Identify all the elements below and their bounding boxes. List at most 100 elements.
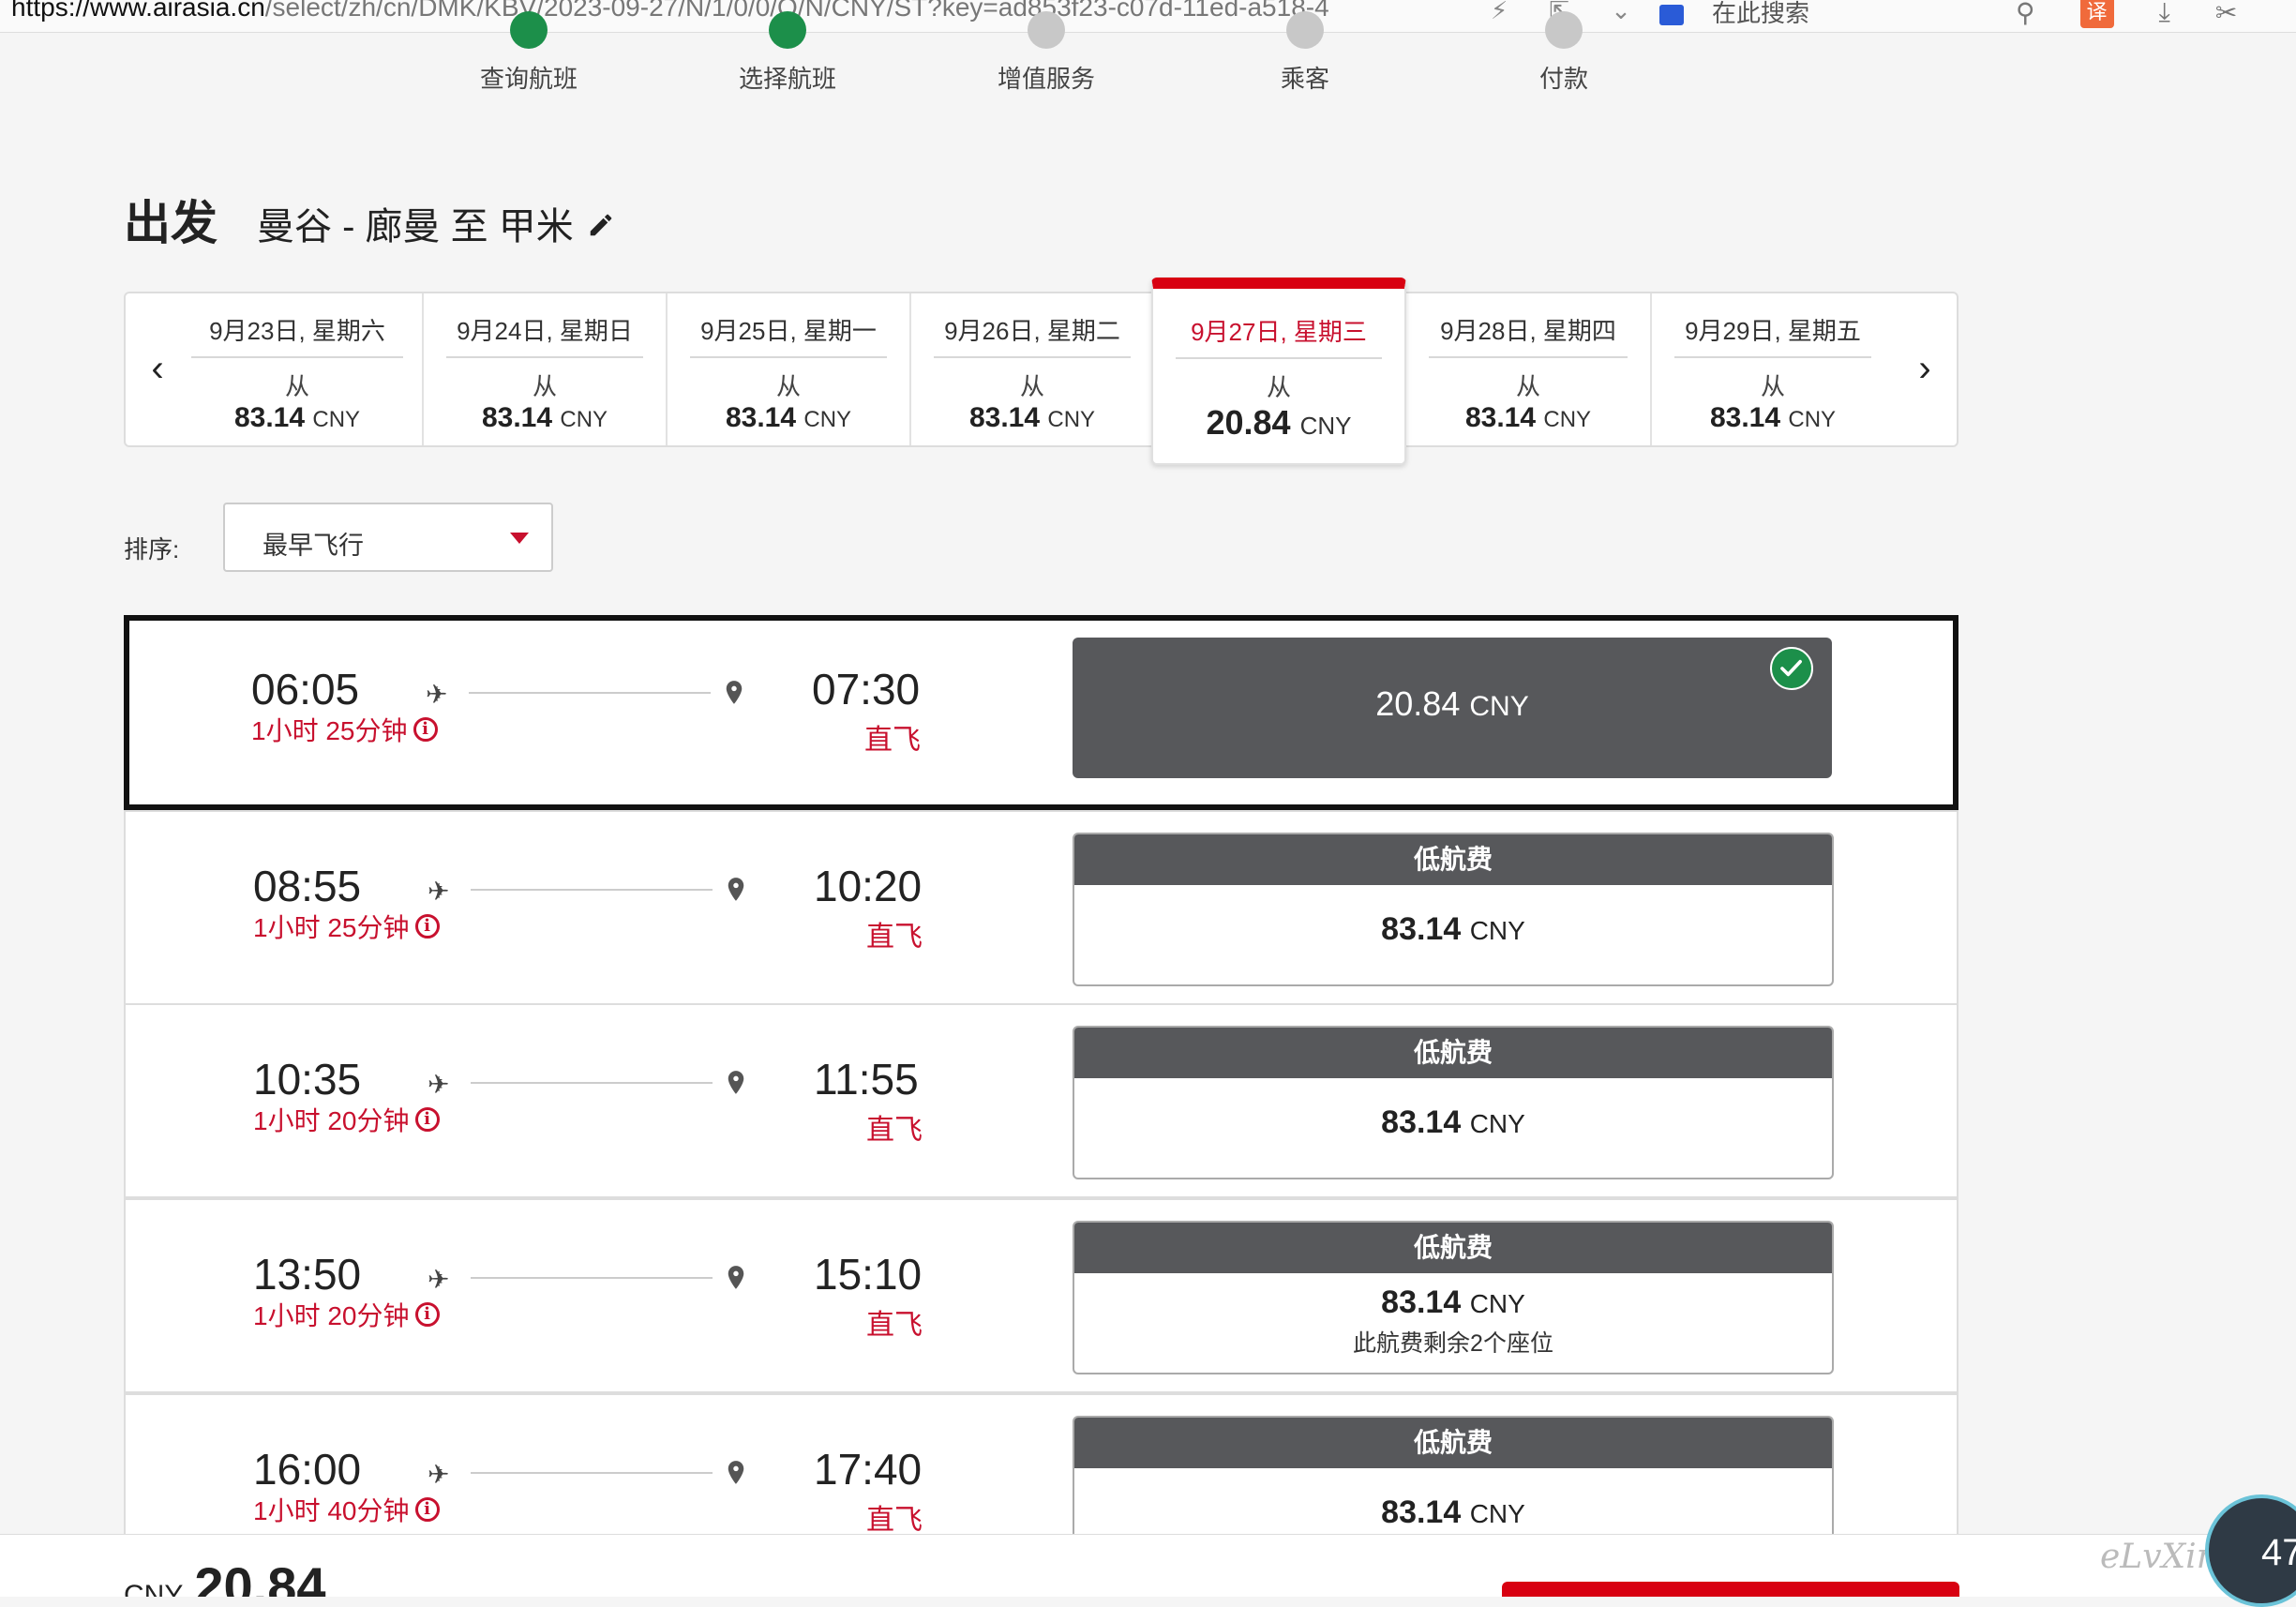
- departure-time: 13:50: [253, 1250, 362, 1299]
- search-engine-icon[interactable]: [1659, 5, 1684, 26]
- duration-text: 1小时 25分钟: [253, 913, 410, 942]
- page-heading: 出发 曼谷 - 廊曼 至 甲米: [124, 186, 615, 253]
- flight-duration: 1小时 25分钟 i: [253, 908, 440, 945]
- download-icon[interactable]: ⤓: [2159, 0, 2170, 28]
- date-price: 83.14 CNY: [1464, 402, 1592, 433]
- date-price: 83.14 CNY: [233, 402, 361, 433]
- date-option[interactable]: 9月28日, 星期四 从 83.14 CNY: [1406, 293, 1650, 445]
- info-icon[interactable]: i: [414, 1302, 440, 1327]
- location-pin-icon: [728, 1266, 744, 1289]
- step-pending-icon: [1286, 11, 1324, 49]
- fare-option-button[interactable]: 低航费 83.14 CNY 此航费剩余2个座位: [1073, 1221, 1834, 1374]
- date-option[interactable]: 9月26日, 星期二 从 83.14 CNY: [909, 293, 1153, 445]
- flight-row[interactable]: 08:55 1小时 25分钟 i ✈ 10:20 直飞 低航费 83.14 CN…: [124, 810, 1958, 1005]
- search-hint-text: 在此搜索: [1712, 0, 1810, 27]
- date-price: 20.84 CNY: [1206, 403, 1352, 442]
- step-pending-icon: [1028, 11, 1065, 49]
- translate-icon[interactable]: 译: [2079, 0, 2114, 28]
- flight-row[interactable]: 10:35 1小时 20分钟 i ✈ 11:55 直飞 低航费 83.14 CN…: [124, 1003, 1958, 1198]
- date-from-label: 从: [1266, 373, 1291, 401]
- browser-search-box[interactable]: 在此搜索: [1659, 0, 1809, 29]
- arrival-time: 11:55: [814, 1055, 919, 1104]
- date-label: 9月28日, 星期四: [1429, 312, 1628, 358]
- selected-fare-button[interactable]: 20.84 CNY: [1073, 638, 1832, 778]
- search-icon[interactable]: ⚲: [2016, 0, 2035, 28]
- fare-price: 83.14 CNY: [1381, 911, 1525, 947]
- step-search-flights[interactable]: 查询航班: [435, 11, 623, 95]
- fare-name: 低航费: [1074, 1223, 1832, 1273]
- date-from-label: 从: [284, 372, 309, 400]
- continue-button[interactable]: [1502, 1582, 1959, 1597]
- edit-pencil-icon[interactable]: [587, 211, 615, 239]
- info-icon[interactable]: i: [414, 1107, 440, 1132]
- departure-time: 16:00: [253, 1445, 362, 1494]
- departure-time: 06:05: [251, 665, 360, 713]
- step-label: 乘客: [1280, 65, 1329, 93]
- date-from-label: 从: [1760, 372, 1785, 400]
- step-label: 增值服务: [997, 65, 1095, 93]
- arrival-time: 17:40: [814, 1445, 923, 1494]
- route-line: [471, 1277, 713, 1279]
- date-price: 83.14 CNY: [481, 402, 608, 433]
- caret-down-icon: [510, 533, 529, 544]
- fare-price: 20.84 CNY: [1375, 684, 1529, 723]
- lightning-icon[interactable]: ⚡: [1491, 0, 1508, 25]
- sort-dropdown[interactable]: 最早飞行: [223, 503, 553, 572]
- fare-price: 83.14 CNY: [1381, 1494, 1525, 1530]
- location-pin-icon: [726, 681, 743, 704]
- chevron-right-icon[interactable]: ›: [1906, 345, 1943, 392]
- fare-option-button[interactable]: 低航费 83.14 CNY: [1073, 1026, 1834, 1179]
- fare-name: 低航费: [1074, 834, 1832, 885]
- step-passengers[interactable]: 乘客: [1211, 11, 1399, 95]
- date-label: 9月27日, 星期三: [1176, 313, 1382, 359]
- fare-price: 83.14 CNY: [1381, 1284, 1525, 1320]
- step-done-icon: [769, 11, 806, 49]
- info-icon[interactable]: i: [414, 1497, 440, 1522]
- date-from-label: 从: [1515, 372, 1540, 400]
- browser-right-tools: ⚲ 译 ⤓ ✂: [2016, 0, 2237, 28]
- date-option[interactable]: 9月23日, 星期六 从 83.14 CNY: [126, 293, 422, 445]
- location-pin-icon: [728, 1071, 744, 1094]
- fare-name: 低航费: [1074, 1418, 1832, 1468]
- step-select-flight[interactable]: 选择航班: [694, 11, 881, 95]
- plane-icon: ✈: [428, 1070, 450, 1099]
- check-icon: [1770, 647, 1813, 690]
- duration-text: 1小时 20分钟: [253, 1106, 410, 1135]
- flight-row[interactable]: 13:50 1小时 20分钟 i ✈ 15:10 直飞 低航费 83.14 CN…: [124, 1198, 1958, 1393]
- date-price: 83.14 CNY: [968, 402, 1096, 433]
- browser-address-bar: https://www.airasia.cn/select/zh/cn/DMK/…: [0, 0, 2296, 33]
- nonstop-label: 直飞: [866, 1115, 923, 1146]
- date-label: 9月24日, 星期日: [446, 312, 643, 358]
- date-option[interactable]: 9月29日, 星期五 从 83.14 CNY: [1650, 293, 1894, 445]
- flight-row-selected[interactable]: 06:05 1小时 25分钟 i ✈ 07:30 直飞 20.84 CNY: [124, 615, 1958, 810]
- nonstop-label: 直飞: [866, 1505, 923, 1536]
- arrival-time: 15:10: [814, 1250, 923, 1299]
- date-label: 9月26日, 星期二: [934, 312, 1131, 358]
- chevron-down-icon[interactable]: ⌄: [1611, 0, 1631, 25]
- date-from-label: 从: [532, 372, 557, 400]
- location-pin-icon: [728, 1461, 744, 1484]
- step-label: 选择航班: [738, 65, 836, 93]
- duration-text: 1小时 25分钟: [251, 716, 408, 745]
- info-icon[interactable]: i: [414, 914, 440, 939]
- nonstop-label: 直飞: [866, 1310, 923, 1341]
- date-option[interactable]: 9月24日, 星期日 从 83.14 CNY: [422, 293, 666, 445]
- fare-option-button[interactable]: 低航费 83.14 CNY: [1073, 833, 1834, 986]
- date-label: 9月23日, 星期六: [191, 312, 403, 358]
- duration-text: 1小时 20分钟: [253, 1301, 410, 1330]
- step-payment[interactable]: 付款: [1470, 11, 1658, 95]
- url-field[interactable]: https://www.airasia.cn/select/zh/cn/DMK/…: [11, 0, 1329, 23]
- plane-icon: ✈: [428, 877, 450, 906]
- seats-left-note: 此航费剩余2个座位: [1353, 1330, 1553, 1357]
- sort-label: 排序:: [124, 535, 180, 563]
- arrival-time: 07:30: [812, 665, 921, 713]
- date-option[interactable]: 9月25日, 星期一 从 83.14 CNY: [666, 293, 909, 445]
- date-option-selected[interactable]: 9月27日, 星期三 从 20.84 CNY: [1151, 278, 1406, 465]
- scissors-icon[interactable]: ✂: [2215, 0, 2237, 28]
- arrival-time: 10:20: [814, 862, 923, 910]
- info-icon[interactable]: i: [413, 717, 438, 742]
- step-add-ons[interactable]: 增值服务: [953, 11, 1140, 95]
- flight-duration: 1小时 25分钟 i: [251, 711, 438, 748]
- booking-steps: 查询航班 选择航班 增值服务 乘客 付款: [0, 11, 2296, 107]
- plane-icon: ✈: [426, 680, 448, 709]
